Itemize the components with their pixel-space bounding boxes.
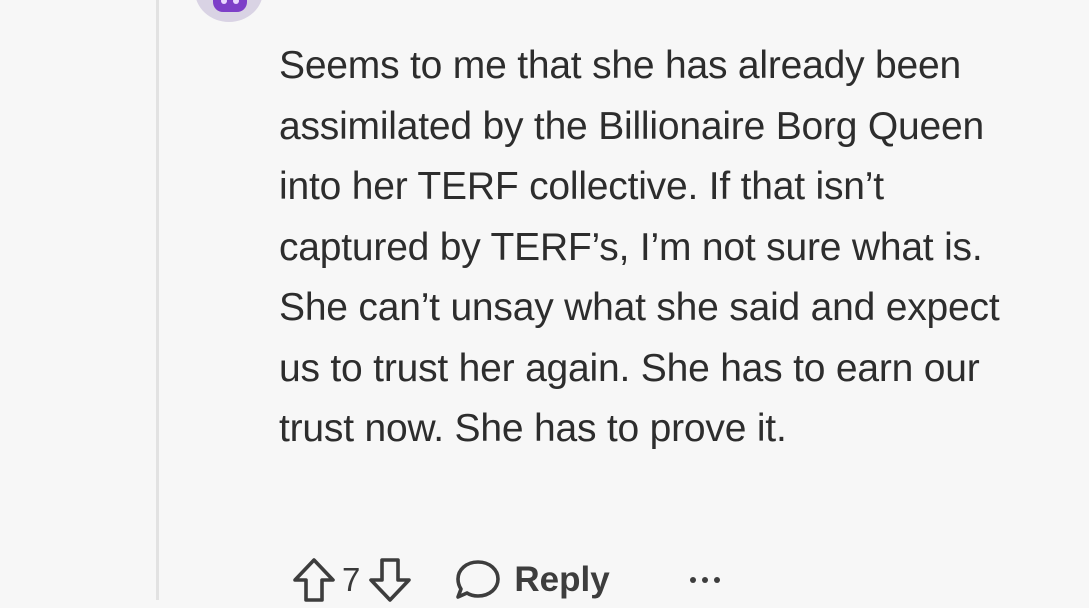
downvote-button[interactable] — [366, 555, 414, 605]
reply-button[interactable]: Reply — [454, 557, 610, 603]
arrow-down-icon — [369, 558, 412, 602]
more-options-button[interactable] — [689, 577, 720, 583]
ellipsis-icon — [713, 577, 720, 583]
reply-label: Reply — [514, 560, 610, 599]
arrow-up-icon — [293, 558, 335, 602]
avatar-snoo-icon — [213, 0, 247, 12]
ellipsis-icon — [689, 577, 696, 583]
speech-bubble-icon — [456, 560, 501, 599]
vote-count: 7 — [342, 561, 361, 598]
ellipsis-icon — [701, 577, 708, 583]
upvote-button[interactable] — [290, 555, 338, 605]
avatar[interactable] — [195, 0, 263, 22]
comment-body: Seems to me that she has already been as… — [279, 44, 1000, 450]
thread-line — [156, 0, 159, 600]
